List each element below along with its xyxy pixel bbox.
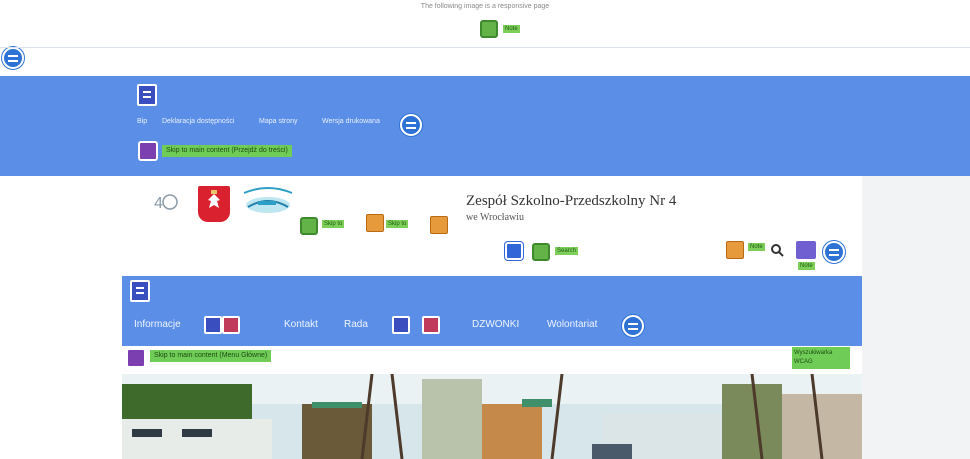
accessibility-icon[interactable] bbox=[2, 47, 24, 69]
list-icon bbox=[137, 84, 157, 106]
menu-circle-icon[interactable] bbox=[622, 315, 644, 337]
nav-rada[interactable]: Rada bbox=[344, 319, 368, 330]
hero-photo bbox=[122, 374, 862, 459]
nav-kontakt[interactable]: Kontakt bbox=[284, 319, 318, 330]
note-badge: Note bbox=[503, 25, 520, 33]
list-icon bbox=[130, 280, 150, 302]
page-subtitle: we Wrocławiu bbox=[466, 212, 525, 223]
submenu-icon[interactable] bbox=[422, 316, 440, 334]
check-icon bbox=[532, 243, 550, 261]
top-notice: The following image is a responsive page bbox=[420, 3, 550, 10]
skip-badge-2: Skip to bbox=[386, 220, 409, 228]
note-badge: Note bbox=[798, 262, 815, 270]
right-gutter bbox=[862, 176, 970, 459]
search-badge: Search bbox=[555, 247, 579, 255]
contrast-icon[interactable] bbox=[796, 241, 816, 259]
poland-emblem bbox=[198, 186, 230, 222]
note-badge: Note bbox=[748, 243, 765, 251]
nav-dzwonki[interactable]: DZWONKI bbox=[472, 319, 519, 330]
accessibility-toggle-icon[interactable] bbox=[823, 241, 845, 263]
nav-accessibility-declaration[interactable]: Deklaracja dostępności bbox=[162, 118, 234, 125]
check-icon bbox=[480, 20, 498, 38]
school-logo bbox=[242, 185, 294, 217]
skip-link-icon bbox=[126, 348, 146, 368]
nav-print-version[interactable]: Wersja drukowana bbox=[322, 118, 380, 125]
skip-badge-1: Skip to bbox=[322, 220, 345, 228]
nav-site-map[interactable]: Mapa strony bbox=[259, 118, 298, 125]
submenu-icon[interactable] bbox=[204, 316, 222, 334]
nav-informacje[interactable]: Informacje bbox=[134, 319, 181, 330]
right-label: Wyszukiwarka WCAG bbox=[792, 347, 850, 369]
menu-circle-icon[interactable] bbox=[400, 114, 422, 136]
submenu-icon[interactable] bbox=[222, 316, 240, 334]
nav-bip[interactable]: Bip bbox=[137, 118, 147, 125]
alt-text-icon bbox=[430, 216, 448, 234]
search-icon[interactable] bbox=[770, 243, 784, 257]
alt-text-icon bbox=[726, 241, 744, 259]
search-button[interactable] bbox=[505, 242, 523, 260]
top-divider bbox=[0, 47, 970, 48]
warning-icon bbox=[366, 214, 384, 232]
submenu-icon[interactable] bbox=[392, 316, 410, 334]
site-header bbox=[122, 176, 862, 276]
anniversary-logo: 4 bbox=[150, 189, 180, 215]
page-title: Zespół Szkolno-Przedszkolny Nr 4 bbox=[466, 193, 677, 209]
main-nav bbox=[122, 276, 862, 346]
check-icon bbox=[300, 217, 318, 235]
skip-link-icon bbox=[138, 141, 158, 161]
nav-wolontariat[interactable]: Wolontariat bbox=[547, 319, 597, 330]
svg-text:4: 4 bbox=[154, 195, 163, 212]
skip-link[interactable]: Skip to main content (Przejdź do treści) bbox=[162, 145, 292, 157]
main-skip-link[interactable]: Skip to main content (Menu Główne) bbox=[150, 350, 272, 362]
